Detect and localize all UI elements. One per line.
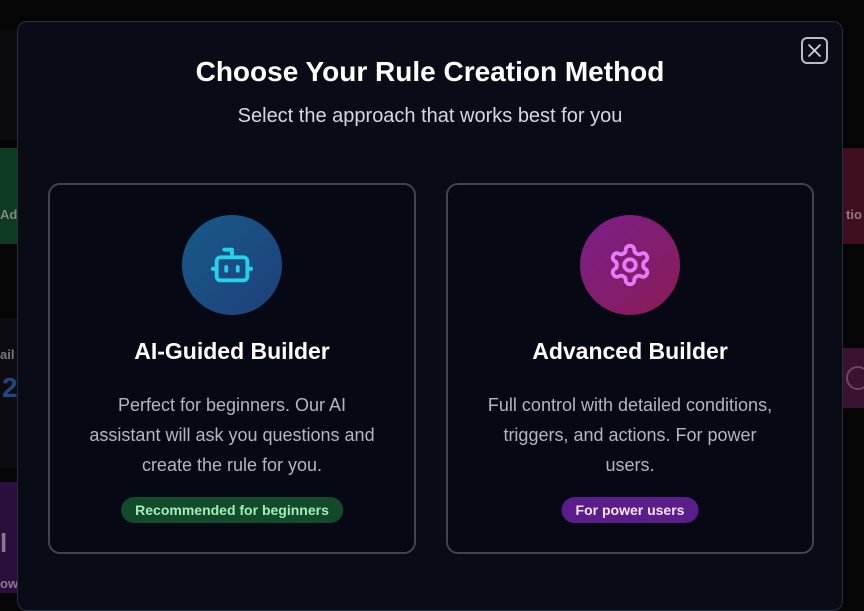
card-title: AI-Guided Builder: [134, 338, 330, 364]
card-description: Perfect for beginners. Our AI assistant …: [89, 395, 375, 475]
clock-icon: [846, 366, 864, 390]
advanced-icon-circle: [580, 215, 680, 315]
card-description: Full control with detailed conditions, t…: [487, 395, 773, 475]
background-label: ow: [0, 576, 19, 591]
background-label: tio: [846, 207, 862, 222]
rule-method-modal: Choose Your Rule Creation Method Select …: [17, 21, 843, 611]
background-label: ail: [0, 347, 15, 362]
robot-icon: [210, 247, 254, 283]
background-label: Ad: [0, 207, 18, 222]
card-title: Advanced Builder: [532, 338, 728, 364]
advanced-builder-card[interactable]: Advanced Builder Full control with detai…: [446, 183, 814, 554]
modal-title: Choose Your Rule Creation Method: [195, 56, 665, 87]
ai-icon-circle: [182, 215, 282, 315]
power-users-badge: For power users: [561, 497, 699, 523]
background-card-red: [842, 148, 864, 244]
gear-icon: [610, 243, 650, 287]
background-number: 2: [2, 372, 18, 403]
modal-subtitle: Select the approach that works best for …: [237, 105, 623, 127]
background-label: l: [0, 528, 8, 558]
recommended-badge: Recommended for beginners: [121, 497, 343, 523]
ai-guided-builder-card[interactable]: AI-Guided Builder Perfect for beginners.…: [48, 183, 416, 554]
